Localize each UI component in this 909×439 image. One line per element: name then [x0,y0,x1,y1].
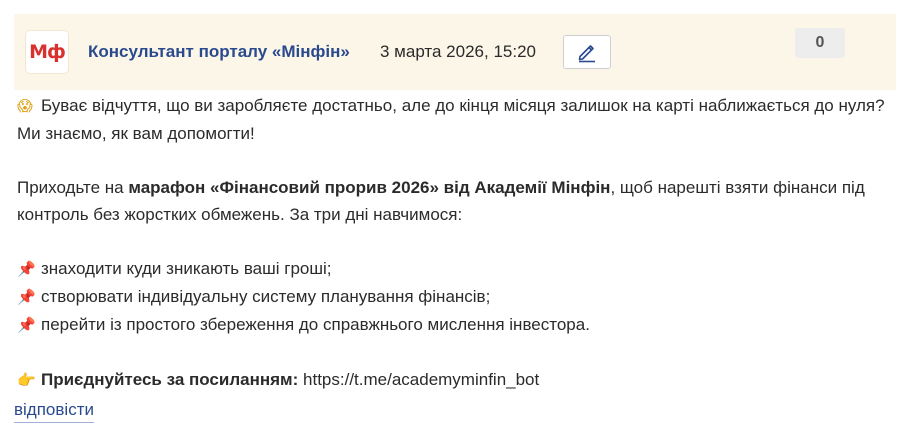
bullet-item: 📌 створювати індивідуальну систему планув… [17,283,887,311]
edit-button[interactable] [563,35,611,69]
bullet-text: знаходити куди зникають ваші гроші; [41,259,332,278]
comment-body: 😱 Буває відчуття, що ви заробляєте достат… [17,92,887,394]
comment-header: Мф Консультант порталу «Мінфін» 3 марта … [14,14,896,90]
comment-date: 3 марта 2026, 15:20 [380,42,536,61]
invite-prefix: Приходьте на [17,178,129,197]
cta-link[interactable]: https://t.me/academyminfin_bot [303,370,539,389]
pushpin-icon: 📌 [17,316,36,334]
minfin-logo[interactable]: Мф [26,31,68,73]
pushpin-icon: 📌 [17,288,36,306]
bullet-item: 📌 перейти із простого збереження до справ… [17,311,887,339]
author-name[interactable]: Консультант порталу «Мінфін» [88,42,350,62]
pushpin-icon: 📌 [17,260,36,278]
pencil-icon [578,45,595,63]
bullet-item: 📌 знаходити куди зникають ваші гроші; [17,255,887,283]
bullet-text: створювати індивідуальну систему планува… [41,287,491,306]
bullet-text: перейти із простого збереження до справж… [41,315,590,334]
vote-counter[interactable]: 0 [795,28,845,58]
reply-link[interactable]: відповісти [14,400,94,423]
intro-text: Буває відчуття, що ви заробляєте достатн… [17,96,885,143]
invite-marathon-name: марафон «Фінансовий прорив 2026» від Ака… [128,178,611,197]
invite-paragraph: Приходьте на марафон «Фінансовий прорив … [17,174,887,228]
cta-paragraph: 👉 Приєднуйтесь за посиланням: https://t.m… [17,366,887,394]
cta-label: Приєднуйтесь за посиланням: [41,370,299,389]
intro-paragraph: 😱 Буває відчуття, що ви заробляєте достат… [17,92,887,147]
screaming-face-icon: 😱 [17,97,33,115]
pointing-hand-icon: 👉 [17,371,36,389]
